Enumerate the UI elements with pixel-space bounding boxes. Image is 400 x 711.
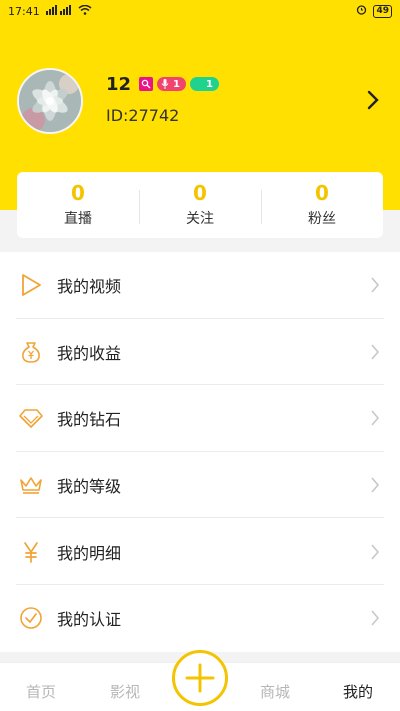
menu-item-label: 我的收益 xyxy=(57,343,122,363)
tab-home[interactable]: 首页 xyxy=(11,681,71,702)
chevron-right-icon xyxy=(371,477,380,493)
user-id: ID:27742 xyxy=(106,106,180,125)
stat-fans[interactable]: 0 粉丝 xyxy=(261,182,383,228)
menu-item-label: 我的明细 xyxy=(57,543,122,563)
chevron-right-icon xyxy=(371,610,380,626)
signal-icon xyxy=(45,4,72,18)
stat-following[interactable]: 0 关注 xyxy=(139,182,261,228)
moon-icon xyxy=(194,80,199,88)
mic-icon xyxy=(161,79,169,89)
menu-item-level[interactable]: 我的等级 xyxy=(0,452,400,519)
diamond-icon xyxy=(18,405,44,431)
chevron-right-icon xyxy=(371,410,380,427)
username: 12 xyxy=(106,74,132,95)
alarm-icon xyxy=(356,4,367,18)
user-badges: 1 1 xyxy=(139,77,219,91)
tab-mall[interactable]: 商城 xyxy=(245,681,305,702)
menu-item-verification[interactable]: 我的认证 xyxy=(0,585,400,652)
moon-badge-count: 1 xyxy=(205,78,213,90)
tab-video[interactable]: 影视 xyxy=(95,681,155,702)
stat-live[interactable]: 0 直播 xyxy=(17,182,139,228)
stat-following-value: 0 xyxy=(193,181,207,205)
play-icon xyxy=(18,272,44,298)
battery-icon: 49 xyxy=(373,4,392,18)
tab-mine[interactable]: 我的 xyxy=(328,681,388,702)
chevron-right-icon xyxy=(371,344,380,360)
add-button[interactable] xyxy=(172,650,228,706)
status-bar: 17:41 49 xyxy=(0,0,400,22)
plus-icon xyxy=(185,663,215,693)
menu-item-label: 我的认证 xyxy=(57,610,122,630)
search-badge-icon xyxy=(139,77,153,91)
stat-fans-label: 粉丝 xyxy=(308,211,336,227)
menu-item-label: 我的等级 xyxy=(57,477,122,497)
menu-item-earnings[interactable]: 我的收益 xyxy=(0,319,400,386)
profile-chevron-right-icon[interactable] xyxy=(366,90,380,110)
mic-badge-count: 1 xyxy=(173,78,180,90)
menu-item-diamonds[interactable]: 我的钻石 xyxy=(0,385,400,452)
stats-card: 0 直播 0 关注 0 粉丝 xyxy=(17,172,383,238)
menu-list: 我的视频 我的收益 我的钻石 我的等级 我的明细 我的认证 xyxy=(0,252,400,652)
stat-fans-value: 0 xyxy=(315,181,329,205)
stat-live-value: 0 xyxy=(71,181,85,205)
menu-item-label: 我的视频 xyxy=(57,277,122,297)
menu-item-details[interactable]: 我的明细 xyxy=(0,518,400,585)
status-time: 17:41 xyxy=(8,4,40,18)
chevron-right-icon xyxy=(371,277,380,293)
wifi-icon xyxy=(78,4,92,18)
menu-item-label: 我的钻石 xyxy=(57,410,122,430)
menu-item-videos[interactable]: 我的视频 xyxy=(0,252,400,319)
crown-icon xyxy=(18,472,44,498)
check-circle-icon xyxy=(18,605,44,631)
stat-live-label: 直播 xyxy=(64,211,92,227)
yen-icon xyxy=(18,539,44,565)
mic-badge: 1 xyxy=(157,77,186,91)
chevron-right-icon xyxy=(371,544,380,560)
avatar[interactable] xyxy=(17,68,83,134)
money-bag-icon xyxy=(18,339,44,365)
moon-badge: 1 xyxy=(189,77,219,91)
stat-following-label: 关注 xyxy=(186,211,214,227)
